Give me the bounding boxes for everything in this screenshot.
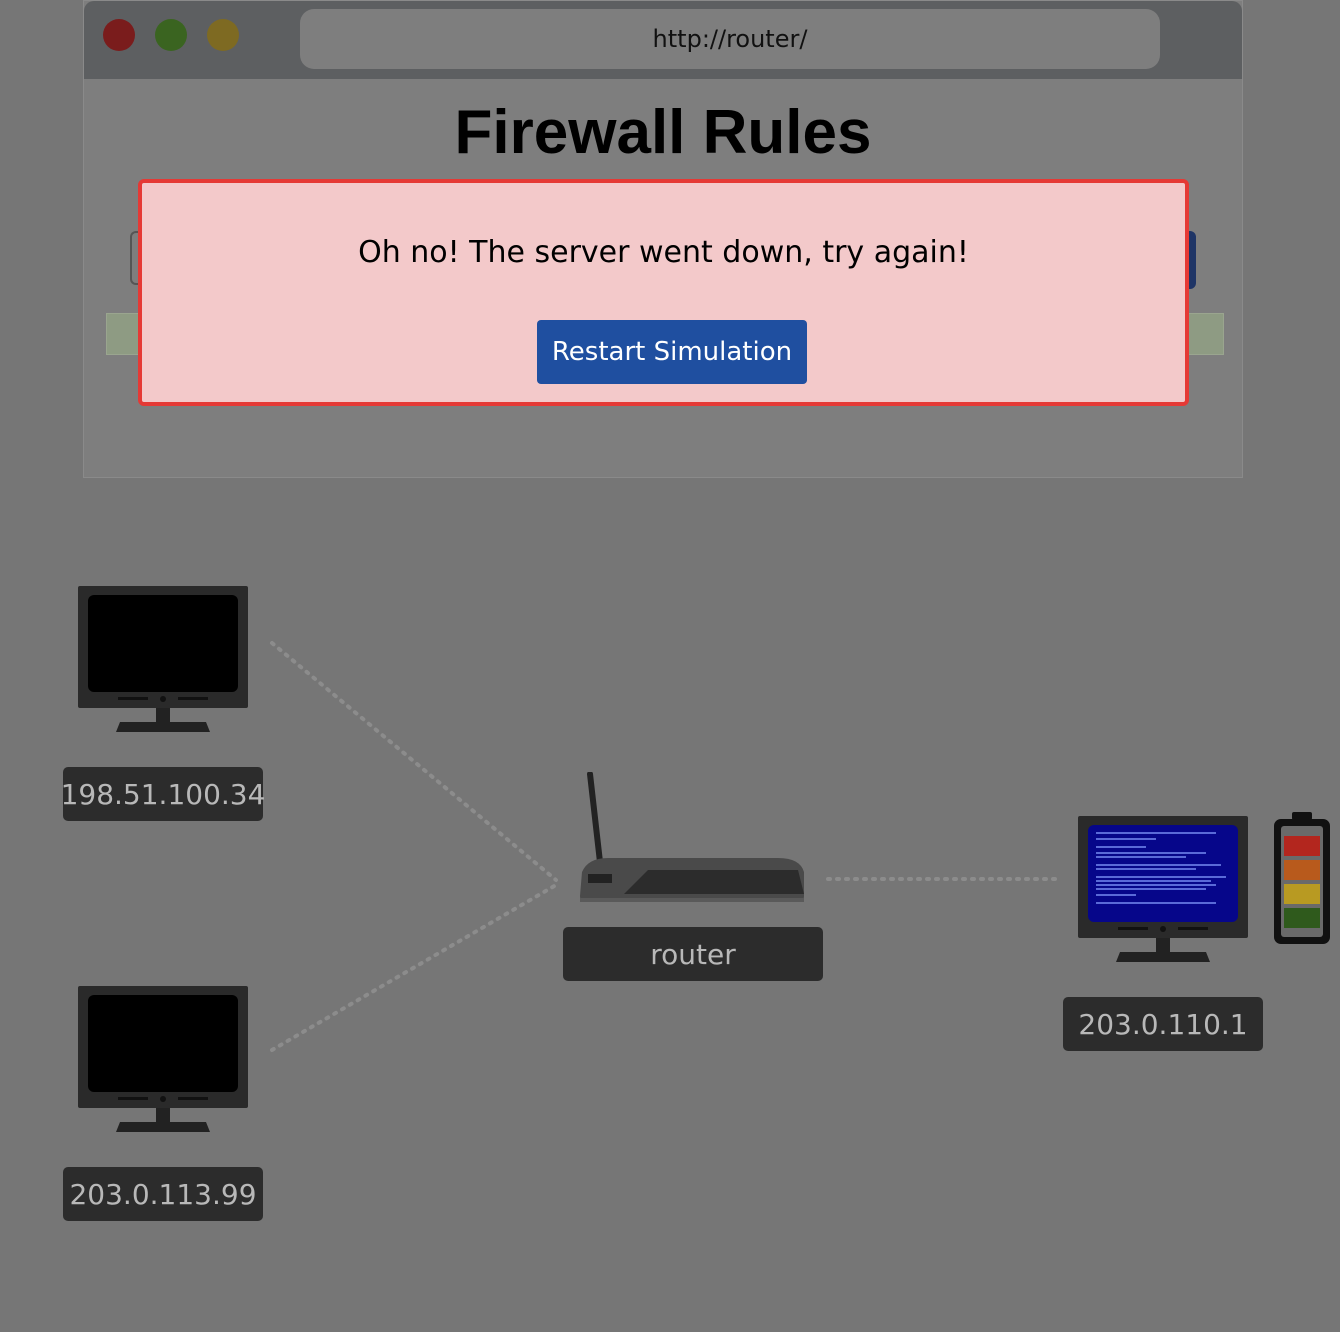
error-message: Oh no! The server went down, try again! (358, 235, 969, 270)
restart-simulation-button[interactable]: Restart Simulation (537, 320, 807, 384)
router-icon[interactable] (578, 772, 806, 906)
maximize-window-button[interactable] (207, 19, 239, 51)
server-load-battery-icon (1274, 812, 1330, 944)
address-bar[interactable]: http://router/ (300, 9, 1160, 69)
address-bar-url: http://router/ (652, 25, 808, 53)
error-modal: Oh no! The server went down, try again! … (138, 179, 1189, 406)
client-monitor-icon[interactable] (78, 986, 248, 1136)
minimize-window-button[interactable] (155, 19, 187, 51)
server-monitor-icon[interactable] (1078, 816, 1248, 966)
browser-toolbar: http://router/ (84, 1, 1242, 79)
link-client2-router (270, 883, 558, 1052)
page-title: Firewall Rules (454, 98, 872, 167)
client-ip-label: 203.0.113.99 (63, 1167, 263, 1221)
link-client1-router (270, 641, 558, 882)
client-ip-label: 198.51.100.34 (61, 767, 265, 821)
close-window-button[interactable] (103, 19, 135, 51)
server-ip-label: 203.0.110.1 (1063, 997, 1263, 1051)
client-monitor-icon[interactable] (78, 586, 248, 736)
router-label: router (563, 927, 823, 981)
